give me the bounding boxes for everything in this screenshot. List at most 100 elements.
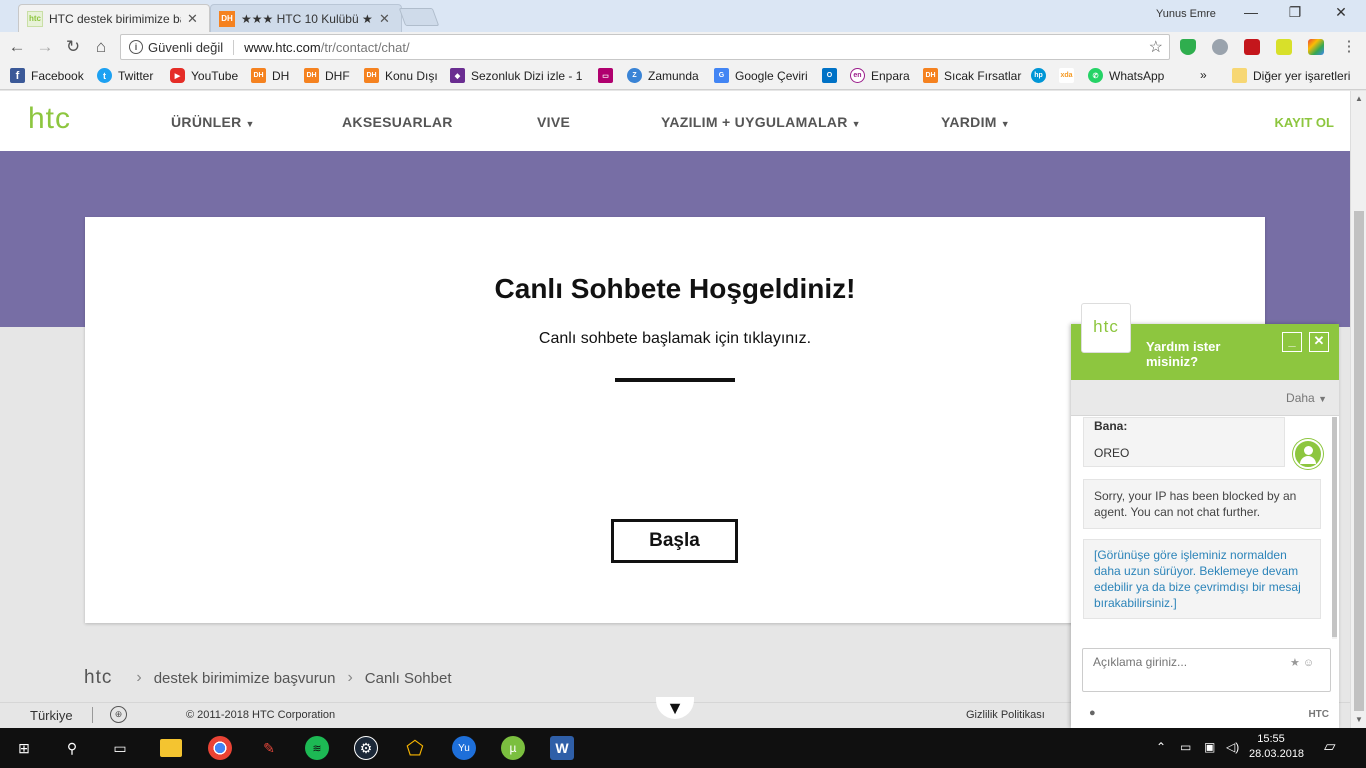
nav-yazilim-uygulamalar[interactable]: YAZILIM + UYGULAMALAR ▼ [661,114,861,130]
nav-yardim[interactable]: YARDIM ▼ [941,114,1010,130]
paint-icon[interactable]: ✎ [257,736,281,760]
page-scrollbar[interactable]: ▲ ▼ [1350,91,1366,728]
browser-tab-bar: htc HTC destek birimimize ba ✕ DH ★★★ HT… [0,0,1366,32]
bookmark-konu-disi[interactable]: DH Konu Dışı [364,68,438,83]
extension-cloud-icon[interactable] [1212,39,1228,55]
browser-menu-icon[interactable]: ⋮ [1338,37,1360,55]
copyright: © 2011-2018 HTC Corporation [186,709,336,721]
caret-down-icon: ▼ [851,119,861,129]
forward-arrow-icon[interactable]: → [34,37,56,57]
battery-icon[interactable]: ▭ [1180,740,1191,754]
chat-minimize-icon[interactable]: _ [1282,332,1302,352]
scroll-up-icon[interactable]: ▲ [1355,94,1363,103]
nav-urunler[interactable]: ÜRÜNLER ▼ [171,114,255,130]
minimize-window-icon[interactable]: — [1236,4,1266,20]
breadcrumb: htc › destek birimimize başvurun › Canlı… [84,667,452,689]
utorrent-icon[interactable]: µ [501,736,525,760]
back-arrow-icon[interactable]: ← [6,37,28,57]
lastpass-icon[interactable] [1244,39,1260,55]
extension-colorful-icon[interactable] [1308,39,1324,55]
taskbar-clock[interactable]: 15:55 28.03.2018 [1249,732,1304,762]
caret-down-icon: ▼ [1000,119,1010,129]
scroll-down-icon[interactable]: ▼ [656,697,694,719]
bookmark-google-translate[interactable]: G Google Çeviri [714,68,808,83]
restore-window-icon[interactable]: ❐ [1280,4,1310,21]
bookmark-dhf[interactable]: DH DHF [304,68,350,83]
network-icon[interactable]: ▣ [1204,740,1215,754]
chat-more-dropdown[interactable]: Daha ▼ [1286,391,1327,405]
security-status[interactable]: Güvenli değil [148,39,235,55]
privacy-policy-link[interactable]: Gizlilik Politikası [966,709,1045,721]
emoji-rating-icons[interactable]: ★ ☺ [1290,656,1314,669]
close-window-icon[interactable]: ✕ [1326,4,1356,21]
scrollbar-thumb[interactable] [1354,211,1364,711]
register-link[interactable]: KAYIT OL [1275,115,1334,130]
bookmark-zamunda[interactable]: Z Zamunda [627,68,699,83]
steam-icon[interactable]: ⚙ [354,736,378,760]
bookmark-dh[interactable]: DH DH [251,68,289,83]
task-view-icon[interactable]: ▭ [108,736,132,760]
adblock-shield-icon[interactable] [1180,39,1196,55]
spotify-icon[interactable]: ≋ [305,736,329,760]
chat-bubble-icon[interactable]: ● [1089,707,1096,719]
browser-tab-htc10-club[interactable]: DH ★★★ HTC 10 Kulübü ★★ ✕ [210,4,402,32]
bookmark-sicak-firsatlar[interactable]: DH Sıcak Fırsatlar [923,68,1021,83]
dh-icon: DH [364,68,379,83]
bookmark-tv[interactable]: ▭ [598,68,619,83]
tray-expand-icon[interactable]: ⌃ [1156,740,1166,754]
extension-yl-icon[interactable] [1276,39,1292,55]
bookmark-twitter[interactable]: t Twitter [97,68,153,83]
chevron-right-icon: › [347,669,353,686]
page-title: Canlı Sohbete Hoşgeldiniz! [494,273,856,304]
globe-icon[interactable]: ⊕ [110,706,127,723]
breadcrumb-home[interactable]: htc [84,667,112,689]
dh-icon: DH [304,68,319,83]
nav-vive[interactable]: VIVE [537,114,570,130]
bookmark-outlook[interactable]: O [822,68,843,83]
new-tab-button[interactable] [398,8,440,26]
bookmark-xda[interactable]: xda [1059,68,1080,83]
browser-tab-htc-support[interactable]: htc HTC destek birimimize ba ✕ [18,4,210,32]
gem-app-icon[interactable]: ⬠ [403,736,427,760]
profile-name[interactable]: Yunus Emre [1156,8,1216,20]
htc-logo[interactable]: htc [28,104,71,134]
search-icon[interactable]: ⚲ [60,736,84,760]
start-chat-button[interactable]: Başla [611,519,738,563]
bookmark-youtube[interactable]: ▶ YouTube [170,68,238,83]
chat-htc-logo: htc [1081,303,1131,353]
bookmark-hp[interactable]: hp [1031,68,1052,83]
caret-down-icon: ▼ [1318,394,1327,404]
chrome-icon[interactable] [208,736,232,760]
app-yu-icon[interactable]: Yu [452,736,476,760]
country-selector[interactable]: Türkiye [30,708,73,723]
chat-close-icon[interactable]: ✕ [1309,332,1329,352]
url-text[interactable]: www.htc.com/tr/contact/chat/ [234,40,409,55]
chat-message-input[interactable] [1082,648,1331,692]
volume-icon[interactable]: ◁) [1226,740,1239,754]
info-icon[interactable]: i [129,40,143,54]
file-explorer-icon[interactable] [160,739,182,757]
chat-footer: ● HTC [1071,702,1339,728]
nav-aksesuarlar[interactable]: AKSESUARLAR [342,114,453,130]
clock-time: 15:55 [1257,733,1285,745]
bookmarks-overflow-icon[interactable]: » [1200,68,1207,82]
bookmark-star-icon[interactable]: ☆ [1149,37,1163,57]
bookmark-whatsapp[interactable]: ✆ WhatsApp [1088,68,1164,83]
windows-start-icon[interactable]: ⊞ [12,736,36,760]
bookmark-other-folder[interactable]: Diğer yer işaretleri [1232,68,1350,83]
bookmark-sezonluk-dizi[interactable]: ◆ Sezonluk Dizi izle - 1( [450,68,583,83]
chat-brand: HTC [1308,709,1329,720]
bookmark-facebook[interactable]: f Facebook [10,68,84,83]
bookmark-enpara[interactable]: en Enpara [850,68,910,83]
scroll-down-arrow-icon[interactable]: ▼ [1355,715,1363,724]
word-icon[interactable]: W [550,736,574,760]
tab-close-icon[interactable]: ✕ [187,11,198,27]
tab-close-icon[interactable]: ✕ [379,11,390,27]
address-bar[interactable]: i Güvenli değil www.htc.com/tr/contact/c… [120,34,1170,60]
chat-scrollbar-thumb[interactable] [1332,417,1337,637]
reload-icon[interactable]: ↻ [62,37,84,57]
notification-center-icon[interactable]: ▱ [1324,737,1336,755]
breadcrumb-contact[interactable]: destek birimimize başvurun [154,670,336,687]
chat-scrollbar[interactable] [1332,417,1337,639]
home-icon[interactable]: ⌂ [90,37,112,57]
